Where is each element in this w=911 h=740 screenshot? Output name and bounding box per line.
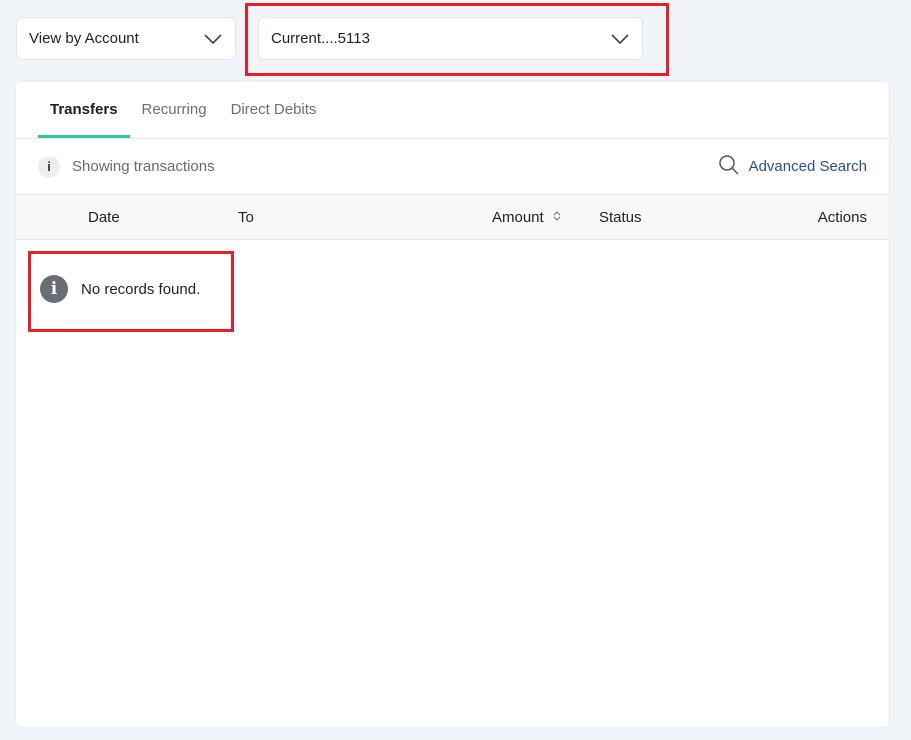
tab-bar: Transfers Recurring Direct Debits — [16, 82, 889, 139]
chevron-down-icon — [610, 29, 630, 49]
column-header-amount-label: Amount — [492, 209, 544, 226]
column-header-amount[interactable]: Amount — [492, 195, 562, 240]
info-icon: i — [40, 275, 68, 303]
advanced-search-label: Advanced Search — [748, 158, 867, 175]
transactions-card: Transfers Recurring Direct Debits i Show… — [16, 82, 889, 727]
view-by-select[interactable]: View by Account — [16, 17, 236, 60]
no-records-text: No records found. — [81, 280, 201, 298]
column-header-date: Date — [88, 209, 120, 226]
sort-icon — [552, 209, 562, 226]
info-icon: i — [38, 155, 60, 178]
account-select[interactable]: Current....5113 — [258, 17, 643, 60]
chevron-down-icon — [203, 29, 223, 49]
column-header-actions: Actions — [817, 209, 867, 226]
account-select-value: Current....5113 — [271, 30, 370, 47]
table-header: Date To Amount Status Actions — [16, 195, 889, 240]
info-bar: i Showing transactions Advanced Search — [16, 139, 889, 195]
tab-direct-debits[interactable]: Direct Debits — [219, 82, 329, 138]
showing-transactions-text: Showing transactions — [72, 158, 215, 175]
empty-state: i No records found. — [40, 275, 200, 303]
search-icon — [718, 154, 740, 180]
column-header-status: Status — [599, 209, 642, 226]
column-header-to: To — [238, 209, 254, 226]
tab-recurring[interactable]: Recurring — [130, 82, 219, 138]
advanced-search-link[interactable]: Advanced Search — [718, 154, 867, 180]
tab-transfers[interactable]: Transfers — [38, 82, 130, 138]
view-by-select-value: View by Account — [29, 30, 139, 47]
